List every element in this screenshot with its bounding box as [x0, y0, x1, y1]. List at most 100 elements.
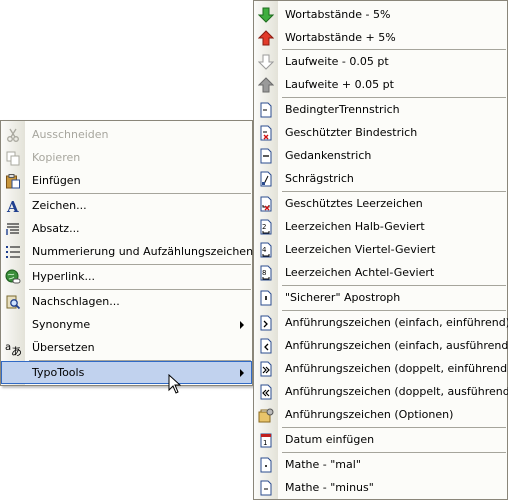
submenu-item-label: Mathe - "mal": [285, 458, 361, 471]
menu-item-ausschneiden[interactable]: Ausschneiden: [1, 123, 252, 146]
menu-item-hyperlink[interactable]: Hyperlink...: [1, 265, 252, 288]
menu-item-typotools[interactable]: TypoTools: [1, 361, 252, 384]
submenu-item-wortabstaende-minus[interactable]: Wortabstände - 5%: [254, 3, 507, 26]
submenu-item-label: Datum einfügen: [285, 433, 375, 446]
submenu-item-geschuetztes-leerzeichen[interactable]: Geschütztes Leerzeichen: [254, 192, 507, 215]
submenu-item-label: Anführungszeichen (einfach, ausführend): [285, 339, 508, 352]
menu-item-label: Nachschlagen...: [32, 295, 120, 308]
submenu-item-anf-doppelt-ausfuehrend[interactable]: Anführungszeichen (doppelt, ausführend): [254, 380, 508, 403]
submenu-item-label: Anführungszeichen (doppelt, ausführend): [285, 385, 508, 398]
mouse-cursor-icon: [168, 373, 182, 397]
submenu-item-label: Geschütztes Leerzeichen: [285, 197, 423, 210]
menu-item-label: Zeichen...: [32, 199, 87, 212]
document-double-quote-open-icon: [257, 360, 275, 377]
svg-text:4: 4: [262, 246, 267, 254]
copy-icon: [4, 149, 22, 166]
bullet-list-icon: [4, 243, 22, 260]
submenu-item-anf-einfach-einfuehrend[interactable]: Anführungszeichen (einfach, einführend): [254, 311, 508, 334]
document-half-space-icon: 2: [257, 218, 275, 235]
paste-icon: [4, 172, 22, 189]
submenu-item-datum-einfuegen[interactable]: 1 Datum einfügen: [254, 428, 507, 451]
menu-item-label: Nummerierung und Aufzählungszeichen...: [32, 245, 264, 258]
document-minus-icon: [257, 479, 275, 496]
menu-item-einfuegen[interactable]: Einfügen: [1, 169, 252, 192]
menu-item-synonyme[interactable]: Synonyme: [1, 313, 252, 336]
arrow-up-red-icon: [257, 29, 275, 46]
submenu-item-label: Leerzeichen Halb-Geviert: [285, 220, 425, 233]
menu-item-zeichen[interactable]: A Zeichen...: [1, 194, 252, 217]
arrow-up-gray-icon: [257, 76, 275, 93]
menu-item-uebersetzen[interactable]: aあ Übersetzen: [1, 336, 252, 359]
arrow-down-outline-icon: [257, 53, 275, 70]
submenu-item-mathe-mal[interactable]: Mathe - "mal": [254, 453, 507, 476]
document-protected-space-icon: [257, 195, 275, 212]
document-single-quote-close-icon: [257, 337, 275, 354]
submenu-item-laufweite-plus[interactable]: Laufweite + 0.05 pt: [254, 73, 507, 96]
submenu-item-label: BedingterTrennstrich: [285, 103, 400, 116]
document-slash-icon: [257, 170, 275, 187]
document-apostrophe-icon: [257, 289, 275, 306]
font-icon: A: [4, 197, 22, 214]
submenu-item-label: "Sicherer" Apostroph: [285, 291, 401, 304]
submenu-item-schraegstrich[interactable]: Schrägstrich: [254, 167, 507, 190]
submenu-item-mathe-minus[interactable]: Mathe - "minus": [254, 476, 507, 499]
submenu-item-label: Wortabstände + 5%: [285, 31, 396, 44]
context-menu: Ausschneiden Kopieren Einfügen A Zeichen…: [0, 120, 264, 386]
menu-item-label: Ausschneiden: [32, 128, 109, 141]
submenu-item-label: Schrägstrich: [285, 172, 354, 185]
document-double-quote-close-icon: [257, 383, 275, 400]
menu-item-nachschlagen[interactable]: Nachschlagen...: [1, 290, 252, 313]
submenu-item-label: Geschützter Bindestrich: [285, 126, 418, 139]
submenu-item-gedankenstrich[interactable]: Gedankenstrich: [254, 144, 507, 167]
calendar-icon: 1: [257, 431, 275, 448]
submenu-item-label: Anführungszeichen (einfach, einführend): [285, 316, 508, 329]
submenu-item-leerzeichen-achtel-geviert[interactable]: 8 Leerzeichen Achtel-Geviert: [254, 261, 507, 284]
submenu-item-label: Leerzeichen Achtel-Geviert: [285, 266, 435, 279]
document-quarter-space-icon: 4: [257, 241, 275, 258]
submenu-arrow-icon: [240, 369, 244, 377]
svg-text:2: 2: [262, 223, 266, 231]
typotools-submenu: Wortabstände - 5% Wortabstände + 5% Lauf…: [253, 0, 508, 500]
submenu-item-wortabstaende-plus[interactable]: Wortabstände + 5%: [254, 26, 507, 49]
menu-item-kopieren[interactable]: Kopieren: [1, 146, 252, 169]
paragraph-icon: [4, 220, 22, 237]
document-dash-icon: [257, 147, 275, 164]
submenu-item-geschuetzter-bindestrich[interactable]: Geschützter Bindestrich: [254, 121, 507, 144]
menu-item-label: Absatz...: [32, 222, 80, 235]
submenu-item-anf-optionen[interactable]: Anführungszeichen (Optionen): [254, 403, 507, 426]
options-icon: [257, 406, 275, 423]
svg-text:A: A: [6, 198, 19, 214]
menu-item-absatz[interactable]: Absatz...: [1, 217, 252, 240]
submenu-item-label: Gedankenstrich: [285, 149, 372, 162]
submenu-arrow-icon: [240, 321, 244, 329]
submenu-item-laufweite-minus[interactable]: Laufweite - 0.05 pt: [254, 50, 507, 73]
hyperlink-icon: [4, 268, 22, 285]
submenu-item-bedingter-trennstrich[interactable]: BedingterTrennstrich: [254, 98, 507, 121]
submenu-item-leerzeichen-viertel-geviert[interactable]: 4 Leerzeichen Viertel-Geviert: [254, 238, 507, 261]
menu-item-nummerierung[interactable]: Nummerierung und Aufzählungszeichen...: [1, 240, 264, 263]
submenu-item-leerzeichen-halb-geviert[interactable]: 2 Leerzeichen Halb-Geviert: [254, 215, 507, 238]
scissors-icon: [4, 126, 22, 143]
translate-icon: aあ: [4, 339, 22, 356]
submenu-item-label: Anführungszeichen (doppelt, einführend): [285, 362, 508, 375]
submenu-item-anf-doppelt-einfuehrend[interactable]: Anführungszeichen (doppelt, einführend): [254, 357, 508, 380]
research-icon: [4, 293, 22, 310]
menu-item-label: Übersetzen: [32, 341, 95, 354]
menu-item-label: TypoTools: [32, 366, 85, 379]
menu-item-label: Kopieren: [32, 151, 81, 164]
document-protected-hyphen-icon: [257, 124, 275, 141]
submenu-item-label: Leerzeichen Viertel-Geviert: [285, 243, 436, 256]
document-eighth-space-icon: 8: [257, 264, 275, 281]
menu-item-label: Hyperlink...: [32, 270, 95, 283]
menu-item-label: Einfügen: [32, 174, 81, 187]
submenu-item-anf-einfach-ausfuehrend[interactable]: Anführungszeichen (einfach, ausführend): [254, 334, 508, 357]
document-single-quote-open-icon: [257, 314, 275, 331]
svg-text:あ: あ: [11, 345, 21, 356]
submenu-item-label: Laufweite - 0.05 pt: [285, 55, 389, 68]
submenu-item-sicherer-apostroph[interactable]: "Sicherer" Apostroph: [254, 286, 507, 309]
submenu-item-label: Anführungszeichen (Optionen): [285, 408, 454, 421]
arrow-down-green-icon: [257, 6, 275, 23]
submenu-item-label: Laufweite + 0.05 pt: [285, 78, 394, 91]
svg-text:1: 1: [263, 439, 267, 447]
submenu-item-label: Wortabstände - 5%: [285, 8, 391, 21]
